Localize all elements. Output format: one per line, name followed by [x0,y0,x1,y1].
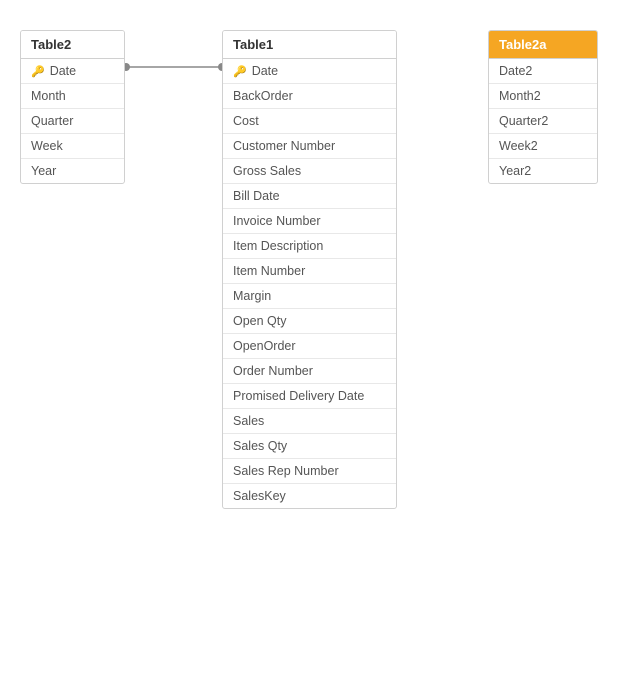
table1: Table1 🔑 Date BackOrder Cost Customer Nu… [222,30,397,509]
table2a: Table2a Date2 Month2 Quarter2 Week2 Year… [488,30,598,184]
table1-row-item-number[interactable]: Item Number [223,259,396,284]
table1-header: Table1 [223,31,396,59]
table1-row-openorder[interactable]: OpenOrder [223,334,396,359]
table1-row-date[interactable]: 🔑 Date [223,59,396,84]
table1-row-open-qty[interactable]: Open Qty [223,309,396,334]
table2a-row-date2[interactable]: Date2 [489,59,597,84]
date-key-icon: 🔑 [31,65,45,78]
table1-row-sales-qty[interactable]: Sales Qty [223,434,396,459]
table2a-row-year2[interactable]: Year2 [489,159,597,183]
table1-row-promised-delivery-date[interactable]: Promised Delivery Date [223,384,396,409]
table2-row-year[interactable]: Year [21,159,124,183]
table1-row-gross-sales[interactable]: Gross Sales [223,159,396,184]
table2-row-date[interactable]: 🔑 Date [21,59,124,84]
table1-row-invoice-number[interactable]: Invoice Number [223,209,396,234]
table1-row-item-description[interactable]: Item Description [223,234,396,259]
table2a-row-week2[interactable]: Week2 [489,134,597,159]
table1-date-key-icon: 🔑 [233,65,247,78]
table2: Table2 🔑 Date Month Quarter Week Year [20,30,125,184]
table1-row-order-number[interactable]: Order Number [223,359,396,384]
table1-row-margin[interactable]: Margin [223,284,396,309]
table1-row-backorder[interactable]: BackOrder [223,84,396,109]
table2a-row-quarter2[interactable]: Quarter2 [489,109,597,134]
table2-header: Table2 [21,31,124,59]
table2a-row-month2[interactable]: Month2 [489,84,597,109]
table1-row-saleskey[interactable]: SalesKey [223,484,396,508]
table2-row-week[interactable]: Week [21,134,124,159]
table1-row-bill-date[interactable]: Bill Date [223,184,396,209]
table1-row-customer-number[interactable]: Customer Number [223,134,396,159]
diagram-canvas: Table2 🔑 Date Month Quarter Week Year Ta… [0,0,618,695]
table1-row-sales-rep-number[interactable]: Sales Rep Number [223,459,396,484]
table2-row-month[interactable]: Month [21,84,124,109]
table1-row-cost[interactable]: Cost [223,109,396,134]
table1-row-sales[interactable]: Sales [223,409,396,434]
table2-row-quarter[interactable]: Quarter [21,109,124,134]
table2a-header: Table2a [489,31,597,59]
